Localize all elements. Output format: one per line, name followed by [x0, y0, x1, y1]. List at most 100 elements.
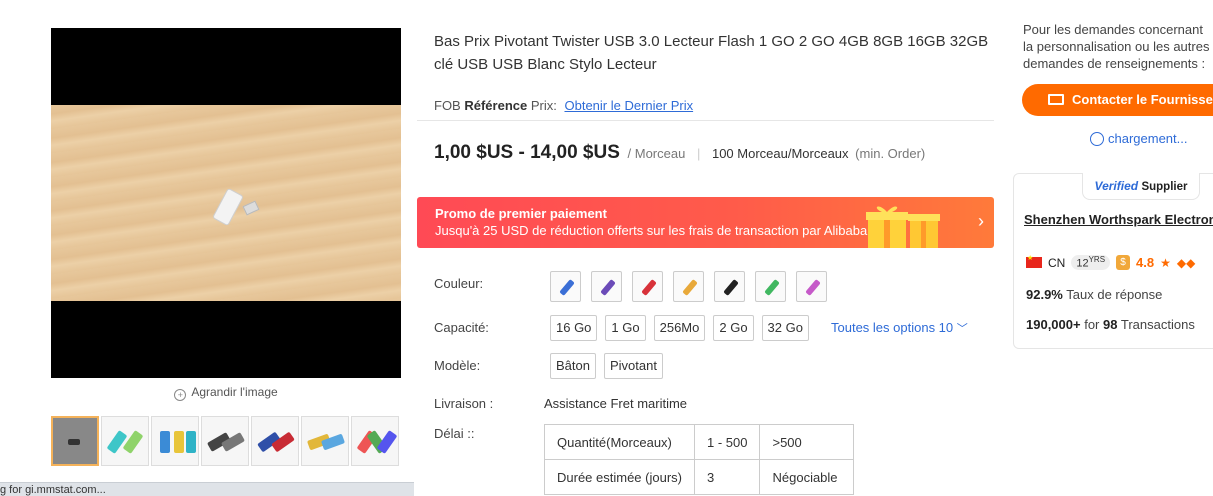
- browser-status-bar: g for gi.mmstat.com...: [0, 482, 414, 496]
- years-suffix: YRS: [1088, 255, 1106, 265]
- price-range: 1,00 $US - 14,00 $US: [434, 142, 620, 163]
- table-cell: Négociable: [759, 459, 855, 495]
- capacity-option[interactable]: 256Mo: [653, 315, 706, 341]
- transactions-count: 98: [1103, 317, 1118, 332]
- capacity-label: Capacité:: [434, 320, 489, 335]
- transactions-for: for: [1084, 317, 1100, 332]
- chevron-down-icon: ﹀: [956, 323, 968, 335]
- model-options: Bâton Pivotant: [550, 353, 663, 379]
- capacity-option[interactable]: 1 Go: [605, 315, 646, 341]
- rating-value: 4.8: [1136, 255, 1155, 270]
- usb-swatch-picture: [723, 279, 739, 296]
- color-swatch[interactable]: [591, 271, 622, 302]
- price-unit: / Morceau: [627, 146, 686, 161]
- table-cell: 1 - 500: [693, 424, 761, 460]
- capacity-option[interactable]: 32 Go: [761, 315, 809, 341]
- company-name-link[interactable]: Shenzhen Worthspark Electronics: [1024, 212, 1213, 227]
- fob-reference: Référence: [464, 98, 528, 113]
- thumbnail-strip: [51, 416, 399, 466]
- note-line: la personnalisation ou les autres: [1023, 39, 1210, 54]
- delivery-value: Assistance Fret maritime: [544, 396, 688, 411]
- thumbnail[interactable]: [251, 416, 299, 466]
- thumbnail[interactable]: [101, 416, 149, 466]
- diamond-icon: ◆◆: [1176, 255, 1196, 270]
- response-rate-row: 92.9% Taux de réponse: [1026, 287, 1162, 302]
- min-order-label: (min. Order): [855, 146, 926, 161]
- usb-swatch-picture: [764, 279, 780, 296]
- transactions-label: Transactions: [1120, 317, 1195, 332]
- verified-label: Verified: [1094, 179, 1139, 193]
- country-code: CN: [1048, 255, 1066, 270]
- color-swatch[interactable]: [673, 271, 704, 302]
- loading-text: chargement...: [1108, 131, 1188, 146]
- gift-icon: [866, 206, 940, 248]
- table-row: Quantité(Morceaux) 1 - 500 >500: [544, 424, 855, 460]
- model-option[interactable]: Pivotant: [603, 353, 663, 379]
- capacity-option[interactable]: 16 Go: [550, 315, 598, 341]
- chevron-right-icon: ›: [978, 211, 984, 231]
- main-product-image[interactable]: [51, 28, 401, 378]
- fob-price-row: FOB Référence Prix: Obtenir le Dernier P…: [434, 98, 693, 113]
- promo-text: Jusqu'à 25 USD de réduction offerts sur …: [435, 223, 883, 238]
- supplier-label: Supplier: [1141, 181, 1188, 193]
- usb-swatch-picture: [805, 279, 821, 296]
- first-payment-promo-banner[interactable]: Promo de premier paiement Jusqu'à 25 USD…: [417, 197, 994, 248]
- thumbnail[interactable]: [51, 416, 99, 466]
- color-swatch[interactable]: [796, 271, 827, 302]
- transactions-row: 190,000+ for 98 Transactions: [1026, 317, 1195, 332]
- contact-label: Contacter le Fournisseur: [1072, 92, 1213, 107]
- table-cell: >500: [759, 424, 855, 460]
- separator: |: [696, 146, 701, 161]
- transactions-amount: 190,000+: [1026, 317, 1081, 332]
- latest-price-link[interactable]: Obtenir le Dernier Prix: [564, 98, 693, 113]
- response-rate-label: Taux de réponse: [1066, 287, 1163, 302]
- table-cell: Quantité(Morceaux): [544, 424, 695, 460]
- enlarge-image-link[interactable]: + Agrandir l'image: [51, 385, 401, 401]
- delay-label: Délai ::: [434, 426, 475, 441]
- all-options-link[interactable]: Toutes les options 10 ﹀: [831, 320, 968, 336]
- color-swatch[interactable]: [550, 271, 581, 302]
- color-label: Couleur:: [434, 276, 484, 291]
- usb-swatch-picture: [600, 279, 616, 296]
- loading-spinner-icon: [1090, 132, 1104, 146]
- color-swatch[interactable]: [632, 271, 663, 302]
- capacity-options: 16 Go 1 Go 256Mo 2 Go 32 Go: [550, 315, 809, 341]
- fob-prefix: FOB: [434, 98, 461, 113]
- divider: [417, 120, 994, 121]
- loading-indicator: chargement...: [1090, 131, 1188, 146]
- model-label: Modèle:: [434, 358, 481, 373]
- supplier-meta: CN 12YRS $ 4.8 ★ ◆◆: [1026, 254, 1196, 270]
- response-rate: 92.9%: [1026, 287, 1063, 302]
- gold-supplier-icon: $: [1116, 255, 1131, 270]
- promo-title: Promo de premier paiement: [435, 206, 607, 221]
- usb-swatch-picture: [641, 279, 657, 296]
- contact-note: Pour les demandes concernant la personna…: [1023, 21, 1213, 72]
- table-cell: 3: [693, 459, 761, 495]
- thumbnail[interactable]: [151, 416, 199, 466]
- delivery-label: Livraison :: [434, 396, 494, 411]
- min-order-quantity: 100 Morceau/Morceaux: [711, 146, 849, 161]
- years-badge: 12YRS: [1071, 255, 1111, 270]
- color-swatch[interactable]: [755, 271, 786, 302]
- thumbnail[interactable]: [301, 416, 349, 466]
- color-swatch[interactable]: [714, 271, 745, 302]
- note-line: demandes de renseignements :: [1023, 56, 1206, 71]
- mail-icon: [1048, 94, 1064, 105]
- capacity-option[interactable]: 2 Go: [713, 315, 754, 341]
- product-title: Bas Prix Pivotant Twister USB 3.0 Lecteu…: [434, 33, 989, 73]
- thumbnail[interactable]: [351, 416, 399, 466]
- enlarge-label: Agrandir l'image: [191, 385, 278, 399]
- table-row: Durée estimée (jours) 3 Négociable: [544, 459, 855, 495]
- price-row: 1,00 $US - 14,00 $US / Morceau | 100 Mor…: [434, 142, 925, 164]
- verified-supplier-badge: Verified Supplier: [1082, 173, 1200, 200]
- model-option[interactable]: Bâton: [550, 353, 596, 379]
- usb-swatch-picture: [559, 279, 575, 296]
- china-flag-icon: [1026, 254, 1042, 268]
- usb-swatch-picture: [682, 279, 698, 296]
- years-value: 12: [1076, 257, 1089, 270]
- fob-price-label: Prix:: [530, 98, 557, 113]
- contact-supplier-button[interactable]: Contacter le Fournisseur: [1022, 84, 1213, 116]
- color-swatches: [550, 271, 827, 302]
- thumbnail[interactable]: [201, 416, 249, 466]
- note-line: Pour les demandes concernant: [1023, 22, 1203, 37]
